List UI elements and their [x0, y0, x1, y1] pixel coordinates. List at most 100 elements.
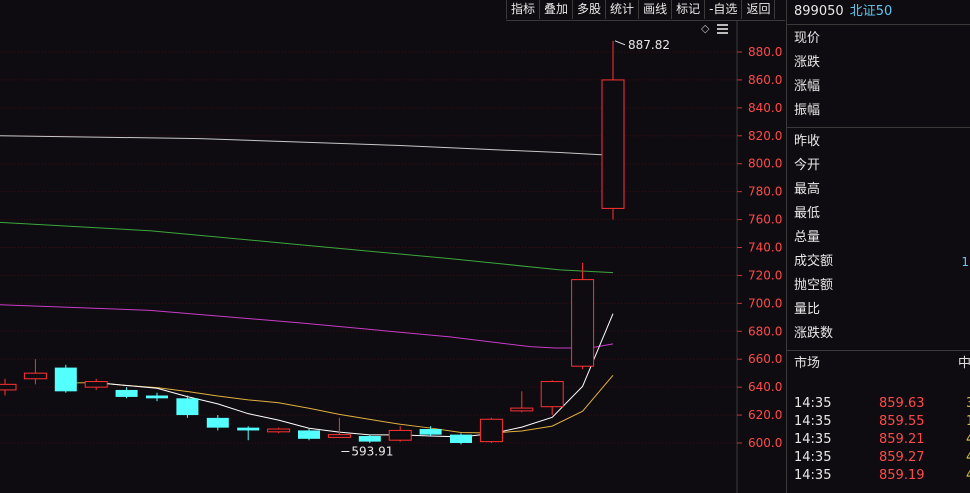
remove-watchlist-button[interactable]: -自选: [704, 0, 741, 19]
multi-stock-button[interactable]: 多股: [572, 0, 605, 19]
diamond-icon[interactable]: ◇: [701, 23, 710, 34]
candle-body-down: [176, 398, 199, 416]
candle[interactable]: [571, 262, 595, 369]
tick-row: 14:35859.274: [794, 450, 970, 465]
row-open: 今开: [794, 158, 821, 173]
axis-tick-label: 820.0: [748, 129, 782, 143]
candle-body-up: [267, 428, 291, 433]
tick-header: 市场 中: [787, 351, 970, 377]
candles[interactable]: [0, 40, 625, 445]
price-group: 昨收 今开 最高 最低 总量 成交额 1 抛空额 量比 涨跌数: [787, 128, 970, 351]
candle[interactable]: [267, 427, 291, 434]
candle[interactable]: [176, 395, 199, 418]
candle-body-down: [54, 367, 77, 392]
indicator-button[interactable]: 指标: [506, 0, 539, 19]
tick-row: 14:35859.194: [794, 468, 970, 483]
axis-tick-label: 720.0: [748, 268, 782, 282]
row-high: 最高: [794, 182, 821, 197]
axis-tick-label: 780.0: [748, 185, 782, 199]
tick-row: 14:35859.551: [794, 414, 970, 429]
axis-tick-label: 700.0: [748, 296, 782, 310]
candle-body-down: [146, 395, 168, 399]
candle[interactable]: [84, 378, 108, 390]
kline-chart[interactable]: 880.0 860.0 840.0 820.0 800.0 780.0 760.0 740.0…: [0, 0, 786, 493]
axis-tick-label: 840.0: [748, 101, 782, 115]
panel-header: 899050 北证50: [787, 0, 970, 25]
mark-button[interactable]: 标记: [671, 0, 704, 19]
candle[interactable]: [115, 387, 138, 399]
axis-tick-label: 860.0: [748, 73, 782, 87]
candle-body-up: [540, 381, 564, 408]
row-short-amount: 抛空额: [794, 278, 834, 293]
axis-tick-label: 620.0: [748, 408, 782, 422]
high-arrow-line: [614, 40, 626, 46]
ma5-line: [96, 313, 614, 438]
candle[interactable]: [206, 415, 229, 431]
candle-body-down: [298, 430, 320, 439]
high-price-label: 887.82: [628, 38, 670, 52]
low-price-label: 593.91: [351, 445, 393, 459]
candle[interactable]: [0, 378, 17, 396]
quote-group: 现价 涨跌 涨幅 振幅: [787, 25, 970, 128]
quote-panel: 899050 北证50 现价 涨跌 涨幅 振幅 昨收 今开 最高 最低 总量 成…: [786, 0, 970, 493]
tick-header-market: 市场: [794, 356, 821, 371]
index-code: 899050: [794, 4, 844, 19]
candle[interactable]: [510, 391, 534, 413]
candle[interactable]: [54, 364, 77, 393]
tick-list[interactable]: 14:35859.633 14:35859.551 14:35859.214 1…: [787, 377, 970, 485]
candle[interactable]: [298, 429, 320, 441]
candle-body-up: [388, 429, 412, 441]
candle-body-down: [419, 429, 442, 435]
candle[interactable]: [388, 426, 412, 442]
candle-body-up: [84, 381, 108, 388]
candle-body-up: [23, 372, 47, 380]
row-change-pct: 涨幅: [794, 79, 821, 94]
ma-line-gray: [0, 135, 614, 156]
moving-average-lines: [0, 135, 614, 438]
chart-toolbar: 指标 叠加 多股 统计 画线 标记 -自选 返回: [506, 0, 776, 20]
tick-row: 14:35859.633: [794, 396, 970, 411]
candle[interactable]: [358, 434, 381, 443]
axis-tick-label: 640.0: [748, 380, 782, 394]
overlay-button[interactable]: 叠加: [539, 0, 572, 19]
candle-body-down: [237, 427, 260, 431]
candle[interactable]: [450, 433, 472, 445]
price-axis: 880.0 860.0 840.0 820.0 800.0 780.0 760.0 740.0…: [737, 45, 782, 450]
toolbar-divider: [506, 20, 785, 21]
row-advance-decline: 涨跌数: [794, 326, 834, 341]
candle-body-down: [115, 389, 138, 397]
draw-line-button[interactable]: 画线: [638, 0, 671, 19]
candle[interactable]: [23, 359, 47, 385]
axis-tick-label: 880.0: [748, 45, 782, 59]
tick-header-right: 中: [958, 356, 970, 371]
menu-grip-icon[interactable]: [717, 24, 728, 34]
tick-row: 14:35859.214: [794, 432, 970, 447]
statistics-button[interactable]: 统计: [605, 0, 638, 19]
index-name: 北证50: [849, 4, 893, 19]
turnover-value: 1: [961, 255, 969, 269]
candle-body-up: [479, 418, 503, 443]
row-turnover: 成交额 1: [787, 250, 970, 274]
row-low: 最低: [794, 206, 821, 221]
row-amplitude: 振幅: [794, 103, 821, 118]
candle-body-up: [510, 407, 534, 412]
row-volume-ratio: 量比: [794, 302, 821, 317]
candle-body-down: [206, 417, 229, 428]
axis-tick-label: 800.0: [748, 157, 782, 171]
ma-line-magenta: [0, 304, 614, 349]
candle[interactable]: [479, 417, 503, 443]
candle[interactable]: [146, 392, 168, 402]
candle[interactable]: [237, 426, 260, 441]
axis-tick-label: 660.0: [748, 352, 782, 366]
candle-body-down: [450, 434, 472, 443]
row-prev-close: 昨收: [794, 134, 821, 149]
candle[interactable]: [601, 40, 625, 220]
candle-body-up: [601, 79, 625, 209]
axis-tick-label: 680.0: [748, 324, 782, 338]
row-current-price: 现价: [794, 31, 821, 46]
candle-body-up: [571, 279, 595, 367]
candle-body-down: [358, 436, 381, 442]
candle[interactable]: [327, 417, 351, 438]
back-button[interactable]: 返回: [741, 0, 776, 19]
candle[interactable]: [419, 426, 442, 437]
